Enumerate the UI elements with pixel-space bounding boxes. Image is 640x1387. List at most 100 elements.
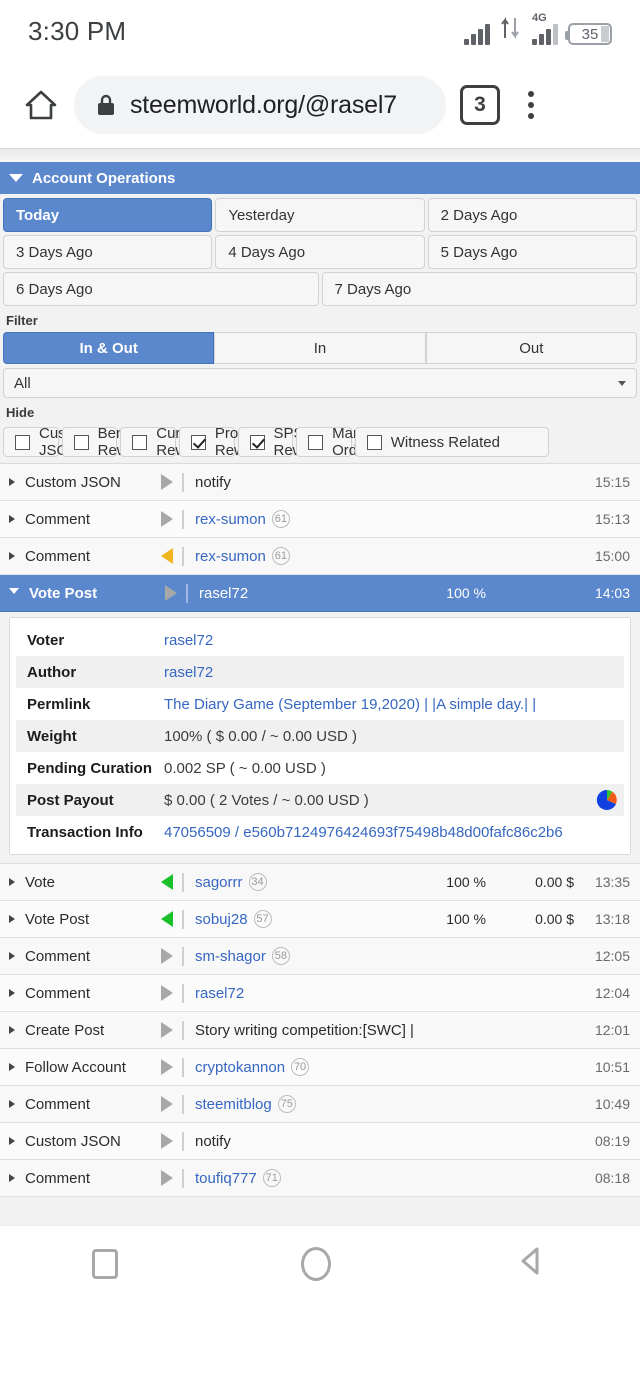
day-tab-yesterday[interactable]: Yesterday: [215, 198, 425, 232]
operation-target[interactable]: sobuj28 57: [195, 910, 414, 928]
operation-target[interactable]: toufiq777 71: [195, 1169, 414, 1187]
operation-target[interactable]: rasel72: [195, 985, 414, 1002]
table-row[interactable]: Comment rex-sumon 61 15:13: [0, 501, 640, 538]
operation-target[interactable]: steemitblog 75: [195, 1095, 414, 1113]
operation-target[interactable]: sm-shagor 58: [195, 947, 414, 965]
expand-caret-icon[interactable]: [9, 1137, 15, 1145]
table-row[interactable]: Custom JSON notify 08:19: [0, 1123, 640, 1160]
home-circle-icon[interactable]: [300, 1246, 331, 1281]
operation-time: 08:18: [594, 1170, 630, 1186]
detail-value[interactable]: 47056509 / e560b7124976424693f75498b48d0…: [164, 824, 624, 841]
expand-caret-icon[interactable]: [9, 1063, 15, 1071]
expand-caret-icon[interactable]: [9, 1026, 15, 1034]
hide-checkbox-curation-rewards[interactable]: Curation Rewards: [120, 425, 215, 459]
hide-checkbox-producer-rewards[interactable]: Producer Rewards: [178, 425, 276, 459]
direction-in-icon: [161, 911, 173, 927]
operation-target-text: rex-sumon: [195, 547, 266, 565]
filter-type-select[interactable]: All: [3, 368, 637, 398]
operation-target[interactable]: rasel72: [199, 585, 414, 602]
back-triangle-icon[interactable]: [514, 1244, 548, 1283]
expand-caret-icon[interactable]: [9, 952, 15, 960]
reputation-badge: 71: [262, 1169, 281, 1187]
collapse-caret-icon[interactable]: [9, 588, 19, 598]
expand-caret-icon[interactable]: [9, 878, 15, 886]
hide-checkbox-witness-related[interactable]: Witness Related: [354, 427, 549, 457]
expand-caret-icon[interactable]: [9, 552, 15, 560]
detail-value[interactable]: rasel72: [164, 632, 624, 649]
recents-square-icon[interactable]: [91, 1248, 118, 1279]
expand-caret-icon[interactable]: [9, 478, 15, 486]
kebab-menu-icon[interactable]: [514, 91, 548, 119]
day-tab-4-days-ago[interactable]: 4 Days Ago: [215, 235, 425, 269]
hide-checkbox-sps-rewards[interactable]: SPS Rewards: [237, 425, 333, 459]
direction-out-icon: [161, 511, 173, 527]
day-tab-6-days-ago[interactable]: 6 Days Ago: [3, 272, 319, 306]
table-row[interactable]: Vote sagorrr 34 100 % 0.00 $ 13:35: [0, 864, 640, 901]
day-tab-5-days-ago[interactable]: 5 Days Ago: [427, 235, 637, 269]
row-divider: [182, 546, 184, 566]
hide-checkbox-market-orders[interactable]: Market Orders: [296, 425, 378, 459]
hide-grid-spacer: [552, 427, 637, 457]
hide-checkbox-benefactor-rewards[interactable]: Benefactor Rewards: [61, 425, 170, 459]
account-operations-header[interactable]: Account Operations: [0, 162, 640, 194]
expand-caret-icon[interactable]: [9, 515, 15, 523]
filter-in-button[interactable]: In: [214, 332, 426, 364]
operation-type: Vote Post: [29, 584, 98, 602]
direction-out-icon: [161, 1022, 173, 1038]
checkbox-checked-icon: [190, 434, 206, 450]
operation-target[interactable]: rex-sumon 61: [195, 510, 414, 528]
day-tab-3-days-ago[interactable]: 3 Days Ago: [3, 235, 213, 269]
detail-row-pending-curation: Pending Curation 0.002 SP ( ~ 0.00 USD ): [16, 752, 624, 784]
table-row[interactable]: Create Post Story writing competition:[S…: [0, 1012, 640, 1049]
table-row-selected[interactable]: Vote Post rasel72 100 % 14:03: [0, 575, 640, 612]
status-icon-group: 4G 35: [464, 12, 612, 45]
row-divider: [182, 1131, 184, 1151]
reputation-badge: 61: [271, 547, 290, 565]
pie-chart-icon[interactable]: [596, 789, 618, 811]
day-tab-7-days-ago[interactable]: 7 Days Ago: [321, 272, 637, 306]
table-row[interactable]: Vote Post sobuj28 57 100 % 0.00 $ 13:18: [0, 901, 640, 938]
filter-out-button[interactable]: Out: [425, 332, 637, 364]
operation-target-text: notify: [195, 473, 231, 491]
operation-target[interactable]: cryptokannon 70: [195, 1058, 414, 1076]
table-row[interactable]: Custom JSON notify 15:15: [0, 464, 640, 501]
operation-target[interactable]: rex-sumon 61: [195, 547, 414, 565]
tab-count-button[interactable]: 3: [460, 85, 500, 125]
table-row[interactable]: Comment toufiq777 71 08:18: [0, 1160, 640, 1197]
operation-amount: 0.00 $: [535, 874, 574, 890]
filter-in-and-out-button[interactable]: In & Out: [3, 332, 215, 364]
row-divider: [182, 909, 184, 929]
table-row[interactable]: Follow Account cryptokannon 70 10:51: [0, 1049, 640, 1086]
expand-caret-icon[interactable]: [9, 915, 15, 923]
detail-value[interactable]: The Diary Game (September 19,2020) | |A …: [164, 696, 624, 713]
table-row[interactable]: Comment rex-sumon 61 15:00: [0, 538, 640, 575]
operation-target-text: cryptokannon: [195, 1058, 286, 1076]
detail-row-permlink: Permlink The Diary Game (September 19,20…: [16, 688, 624, 720]
expand-caret-icon[interactable]: [9, 1100, 15, 1108]
operation-detail-panel: Voter rasel72 Author rasel72 Permlink Th…: [0, 612, 640, 863]
table-row[interactable]: Comment sm-shagor 58 12:05: [0, 938, 640, 975]
table-row[interactable]: Comment steemitblog 75 10:49: [0, 1086, 640, 1123]
checkbox-icon: [366, 434, 382, 450]
address-bar[interactable]: steemworld.org/@rasel7: [74, 76, 446, 134]
operation-time: 10:51: [594, 1059, 630, 1075]
detail-value[interactable]: rasel72: [164, 664, 624, 681]
table-row[interactable]: Comment rasel72 12:04: [0, 975, 640, 1012]
operation-target-text: sm-shagor: [195, 947, 266, 965]
detail-key: Transaction Info: [27, 823, 143, 841]
android-nav-bar: [0, 1225, 640, 1301]
operation-time: 13:18: [594, 911, 630, 927]
home-icon[interactable]: [22, 86, 60, 124]
expand-caret-icon[interactable]: [9, 989, 15, 997]
expand-caret-icon[interactable]: [9, 1174, 15, 1182]
panel-title: Account Operations: [32, 169, 176, 187]
detail-row-voter: Voter rasel72: [16, 624, 624, 656]
battery-icon: 35: [565, 23, 612, 45]
detail-key: Author: [27, 663, 77, 681]
hide-options-group: Custom JSON Benefactor Rewards Curation …: [0, 424, 640, 463]
day-tab-2-days-ago[interactable]: 2 Days Ago: [427, 198, 637, 232]
operation-target[interactable]: sagorrr 34: [195, 873, 414, 891]
direction-out-icon: [165, 585, 177, 601]
day-tab-today[interactable]: Today: [3, 198, 213, 232]
hide-checkbox-custom-json[interactable]: Custom JSON: [3, 425, 91, 459]
